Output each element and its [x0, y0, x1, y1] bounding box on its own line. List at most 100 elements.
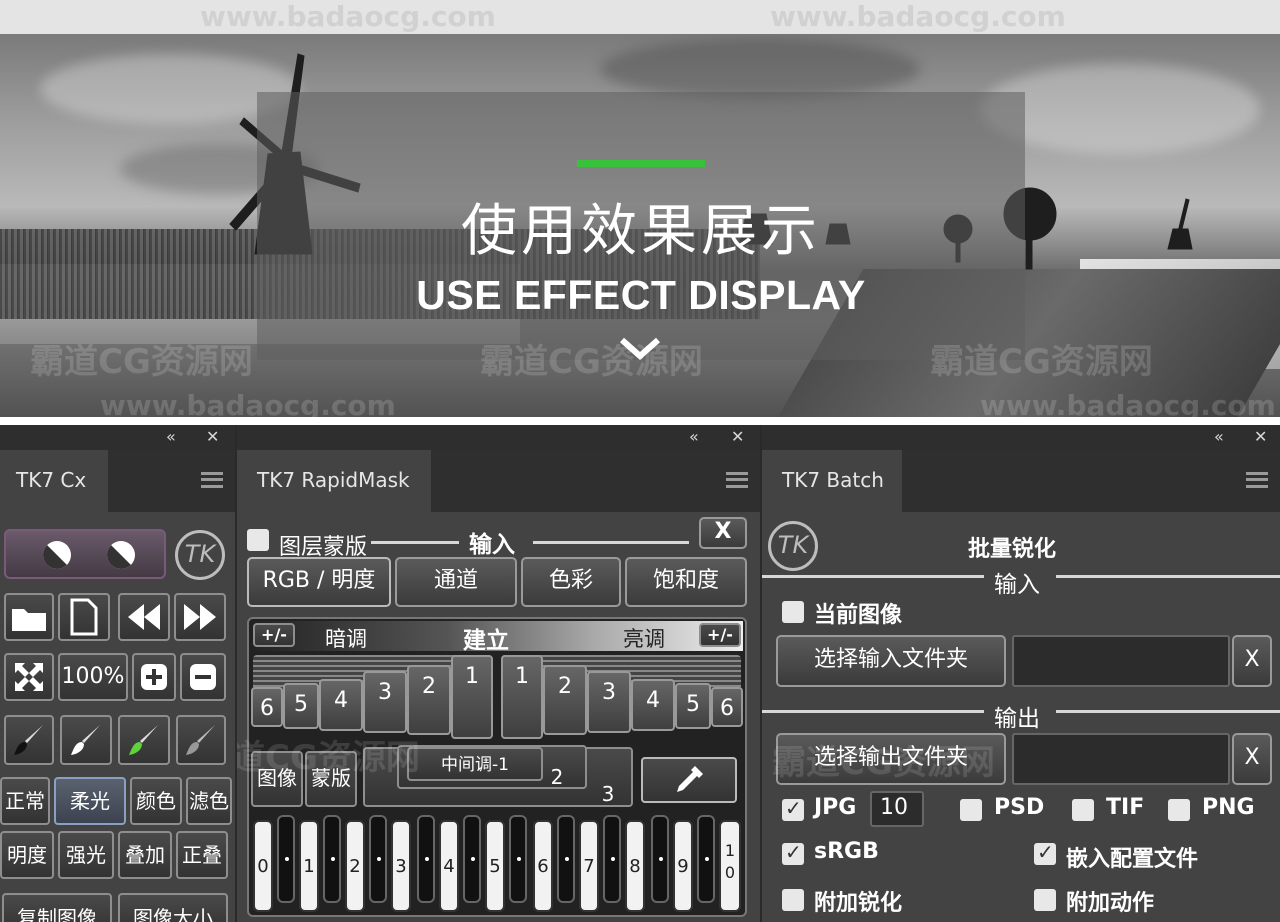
- psd-checkbox[interactable]: [960, 799, 982, 821]
- srgb-checkbox[interactable]: [782, 840, 804, 865]
- input-folder-field[interactable]: [1012, 635, 1230, 687]
- clear-input-button[interactable]: X: [1232, 635, 1272, 687]
- clear-output-button[interactable]: X: [1232, 733, 1272, 785]
- zone-separator[interactable]: [463, 815, 481, 903]
- select-input-folder-button[interactable]: 选择输入文件夹: [776, 635, 1006, 687]
- highlight-key-5[interactable]: 5: [675, 683, 711, 729]
- blend-hardlight-button[interactable]: 强光: [58, 831, 114, 879]
- zoom-in-button[interactable]: [132, 653, 176, 701]
- zone-key-0[interactable]: 0: [253, 820, 273, 912]
- blend-normal-button[interactable]: 正常: [0, 777, 50, 825]
- brush-white-button[interactable]: [60, 715, 112, 765]
- hero-banner: 使用效果展示 USE EFFECT DISPLAY 霸道CG资源网 霸道CG资源…: [0, 34, 1280, 417]
- highlight-key-2[interactable]: 2: [543, 665, 587, 735]
- highlight-key-4[interactable]: 4: [631, 679, 675, 731]
- zone-key-1[interactable]: 1: [299, 820, 319, 912]
- collapse-icon[interactable]: «: [166, 427, 176, 446]
- image-size-button[interactable]: 图像大小: [118, 893, 228, 922]
- blend-color-button[interactable]: 颜色: [130, 777, 182, 825]
- mode-color-button[interactable]: 色彩: [521, 557, 621, 607]
- close-icon[interactable]: ✕: [206, 427, 219, 446]
- zone-separator[interactable]: [417, 815, 435, 903]
- brush-green-button[interactable]: [118, 715, 170, 765]
- tab-batch[interactable]: TK7 Batch: [762, 450, 902, 512]
- collapse-icon[interactable]: «: [1214, 427, 1224, 446]
- highlight-key-6[interactable]: 6: [711, 687, 743, 727]
- panel-menu-icon[interactable]: [1246, 472, 1268, 488]
- zone-key-6[interactable]: 6: [533, 820, 553, 912]
- shadow-key-4[interactable]: 4: [319, 679, 363, 731]
- zoom-out-button[interactable]: [180, 653, 226, 701]
- jpg-checkbox[interactable]: [782, 796, 804, 821]
- watermark-text: www.badaocg.com: [770, 0, 1066, 33]
- zoom-100-button[interactable]: 100%: [58, 653, 128, 701]
- tif-checkbox[interactable]: [1072, 799, 1094, 821]
- tab-rapidmask[interactable]: TK7 RapidMask: [237, 450, 431, 512]
- zone-separator[interactable]: [557, 815, 575, 903]
- zone-separator[interactable]: [323, 815, 341, 903]
- current-image-checkbox[interactable]: [782, 601, 804, 623]
- blend-multiply-button[interactable]: 正叠: [176, 831, 228, 879]
- zone-separator[interactable]: [369, 815, 387, 903]
- close-icon[interactable]: ✕: [731, 427, 744, 446]
- jpg-quality-input[interactable]: 10: [870, 791, 924, 827]
- mode-saturation-button[interactable]: 饱和度: [625, 557, 747, 607]
- add-action-checkbox[interactable]: [1034, 889, 1056, 911]
- output-folder-field[interactable]: [1012, 733, 1230, 785]
- fast-forward-button[interactable]: [174, 593, 226, 641]
- panel-menu-icon[interactable]: [726, 472, 748, 488]
- brush-gray-button[interactable]: [176, 715, 226, 765]
- zone-key-2[interactable]: 2: [345, 820, 365, 912]
- zone-separator[interactable]: [603, 815, 621, 903]
- highlight-key-3[interactable]: 3: [587, 671, 631, 733]
- zone-key-3[interactable]: 3: [391, 820, 411, 912]
- blend-overlay-button[interactable]: 叠加: [118, 831, 172, 879]
- close-icon[interactable]: ✕: [1254, 427, 1267, 446]
- shadow-key-5[interactable]: 5: [283, 683, 319, 729]
- blend-screen-button[interactable]: 滤色: [186, 777, 232, 825]
- zone-key-9[interactable]: 9: [673, 820, 693, 912]
- brush-icon: [129, 725, 158, 755]
- rewind-button[interactable]: [118, 593, 170, 641]
- brush-icon: [14, 725, 43, 755]
- add-sharpen-checkbox[interactable]: [782, 889, 804, 911]
- mode-channel-button[interactable]: 通道: [395, 557, 517, 607]
- zone-key-5[interactable]: 5: [485, 820, 505, 912]
- zone-separator[interactable]: [277, 815, 295, 903]
- zone-key-7[interactable]: 7: [579, 820, 599, 912]
- toggle-mode-button[interactable]: [4, 529, 166, 579]
- eyedropper-button[interactable]: [641, 757, 737, 803]
- layer-mask-checkbox[interactable]: [247, 529, 269, 551]
- blend-softlight-button[interactable]: 柔光: [54, 777, 126, 825]
- shadow-key-2[interactable]: 2: [407, 665, 451, 735]
- tab-cx[interactable]: TK7 Cx: [0, 450, 108, 512]
- mode-rgb-luminosity-button[interactable]: RGB / 明度: [247, 557, 391, 607]
- shadows-plus-minus-button[interactable]: +/-: [253, 623, 295, 647]
- duplicate-image-button[interactable]: 复制图像: [2, 893, 112, 922]
- zone-key-4[interactable]: 4: [439, 820, 459, 912]
- zone-separator[interactable]: [697, 815, 715, 903]
- shadow-key-1[interactable]: 1: [451, 655, 493, 739]
- close-button[interactable]: X: [699, 517, 747, 549]
- zone-key-10[interactable]: 10: [719, 820, 741, 912]
- panel-header: « ✕: [237, 425, 760, 450]
- midtone-1-button[interactable]: 中间调-1: [407, 747, 543, 781]
- cx-panel: « ✕ TK7 Cx TK 100% 正常 柔光 颜色 滤色 明度 强光 叠加 …: [0, 425, 235, 922]
- highlight-key-1[interactable]: 1: [501, 655, 543, 739]
- zone-separator[interactable]: [651, 815, 669, 903]
- panel-menu-icon[interactable]: [201, 472, 223, 488]
- shadow-key-6[interactable]: 6: [251, 687, 283, 727]
- open-folder-button[interactable]: [4, 593, 54, 641]
- highlights-plus-minus-button[interactable]: +/-: [699, 623, 741, 647]
- embed-profile-checkbox[interactable]: [1034, 840, 1056, 865]
- new-document-button[interactable]: [58, 593, 110, 641]
- collapse-icon[interactable]: «: [689, 427, 699, 446]
- shadow-key-3[interactable]: 3: [363, 671, 407, 733]
- brush-black-button[interactable]: [4, 715, 54, 765]
- blend-luminosity-button[interactable]: 明度: [0, 831, 54, 879]
- zone-separator[interactable]: [509, 815, 527, 903]
- zone-key-8[interactable]: 8: [625, 820, 645, 912]
- fit-screen-button[interactable]: [4, 653, 54, 701]
- png-checkbox[interactable]: [1168, 799, 1190, 821]
- tif-label: TIF: [1106, 795, 1145, 820]
